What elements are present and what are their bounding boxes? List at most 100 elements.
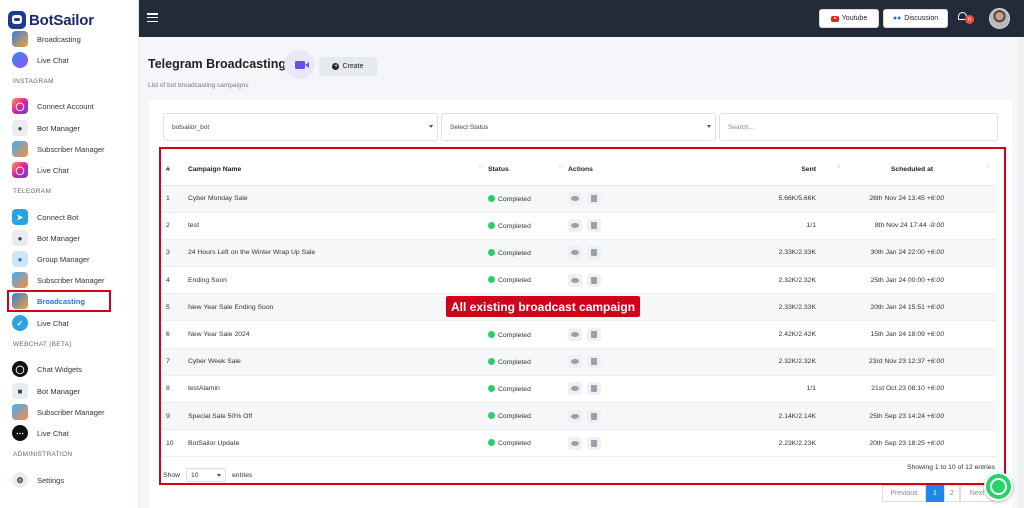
subscriber-icon	[12, 141, 28, 157]
chevron-down-icon	[707, 125, 711, 128]
page-size-select[interactable]: 10	[186, 468, 227, 482]
sidebar-item-label: Live Chat	[37, 165, 69, 175]
notification-badge: 0	[965, 15, 974, 24]
plus-icon: +	[332, 63, 340, 70]
discussion-button[interactable]: ●● Discussion	[883, 9, 948, 28]
sidebar-item-subscriber-manager[interactable]: Subscriber Manager	[12, 140, 134, 158]
table-row: 9 Special Sale 50% Off Completed 2.14K/2.14…	[162, 402, 996, 431]
campaign-name: BotSailor Update	[188, 429, 488, 458]
create-button[interactable]: + Create	[319, 57, 377, 76]
pagination: Previous 1 2 Next	[882, 485, 994, 502]
page-title: Telegram Broadcasting	[148, 57, 287, 71]
header-status-label: Status	[488, 166, 509, 174]
view-icon[interactable]	[568, 328, 582, 342]
sidebar-item-live-chat[interactable]: ◯ Live Chat	[12, 161, 134, 179]
view-icon[interactable]	[568, 246, 582, 260]
bot-select[interactable]: botsailor_bot	[163, 113, 438, 141]
view-icon[interactable]	[568, 436, 582, 450]
row-num: 3	[162, 239, 188, 268]
sidebar-item-group-manager[interactable]: ● Group Manager	[12, 250, 134, 268]
scheduled-at: 30th Jan 24 22:00 +6:00	[828, 239, 996, 268]
scrollbar[interactable]	[1018, 37, 1024, 508]
status-select[interactable]: Select Status	[441, 113, 716, 141]
avatar[interactable]	[989, 8, 1010, 29]
discussion-label: Discussion	[904, 15, 939, 22]
create-label: Create	[342, 63, 364, 70]
delete-icon[interactable]	[587, 328, 601, 342]
broadcast-icon	[12, 293, 28, 309]
sidebar-item-bot-manager[interactable]: ● Bot Manager	[12, 229, 134, 247]
header-campaign-name[interactable]: Campaign Name ↑↓	[188, 155, 488, 186]
botsailor-logo[interactable]: BotSailor	[8, 10, 94, 30]
delete-icon[interactable]	[587, 192, 601, 206]
status-cell: Completed	[488, 212, 568, 240]
table-row: 8 testAlamin Completed 1/1 21st Oct 23 08:10…	[162, 375, 996, 404]
delete-icon[interactable]	[587, 219, 601, 233]
sidebar-item-broadcasting[interactable]: Broadcasting	[12, 30, 134, 48]
status-dot-icon	[488, 221, 495, 229]
scheduled-date: 8th Nov 24 17:44	[874, 222, 927, 230]
header-scheduled-at[interactable]: Scheduled at ↑↓	[828, 155, 996, 186]
header-sent[interactable]: Sent ↑↓	[688, 155, 841, 186]
sidebar-item-subscriber-manager[interactable]: Subscriber Manager	[12, 403, 134, 421]
sidebar-item-bot-manager[interactable]: ■ Bot Manager	[12, 382, 134, 400]
sidebar-item-label: Subscriber Manager	[37, 144, 105, 154]
sidebar-item-connect-account[interactable]: ◯ Connect Account	[12, 97, 134, 115]
sent-count: 1/1	[688, 375, 828, 404]
page-1-button[interactable]: 1	[926, 485, 944, 502]
view-icon[interactable]	[568, 219, 582, 233]
scheduled-at: 23rd Nov 23 12:37 +6:00	[828, 348, 996, 376]
hamburger-menu-icon[interactable]	[147, 13, 158, 23]
page-2-button[interactable]: 2	[944, 485, 960, 502]
delete-icon[interactable]	[587, 409, 601, 423]
scheduled-date: 20th Sep 23 18:25	[869, 439, 925, 447]
campaign-name: testAlamin	[188, 375, 488, 404]
sidebar-item-broadcasting[interactable]: Broadcasting	[7, 290, 111, 312]
header-status[interactable]: Status ↑↓	[488, 155, 568, 186]
view-icon[interactable]	[568, 409, 582, 423]
scheduled-at: 21st Oct 23 08:10 +6:00	[828, 375, 996, 404]
youtube-label: Youtube	[841, 15, 868, 22]
view-icon[interactable]	[568, 355, 582, 369]
page-subtitle: List of bot broadcasting campaigns	[148, 82, 249, 89]
previous-button[interactable]: Previous	[882, 485, 926, 502]
delete-icon[interactable]	[587, 355, 601, 369]
sidebar-item-live-chat[interactable]: ⋯ Live Chat	[12, 424, 134, 442]
scheduled-date: 25th Sep 23 14:24	[869, 412, 925, 420]
sort-icon: ↑↓	[478, 164, 483, 170]
sidebar-item-bot-manager[interactable]: ● Bot Manager	[12, 119, 134, 137]
sidebar-item-subscriber-manager[interactable]: Subscriber Manager	[12, 271, 134, 289]
sidebar-item-live-chat[interactable]: ✓ Live Chat	[12, 314, 134, 332]
app-name: BotSailor	[29, 11, 94, 29]
view-icon[interactable]	[568, 273, 582, 287]
sent-count: 2.33K/2.33K	[688, 239, 828, 268]
sent-count: 2.14K/2.14K	[688, 402, 828, 431]
sidebar-item-label: Broadcasting	[37, 34, 81, 44]
status-label: Completed	[498, 385, 531, 393]
view-icon[interactable]	[568, 192, 582, 206]
view-icon[interactable]	[568, 382, 582, 396]
robot-icon: ■	[12, 383, 28, 399]
delete-icon[interactable]	[587, 436, 601, 450]
status-label: Completed	[498, 358, 531, 366]
delete-icon[interactable]	[587, 273, 601, 287]
sidebar-item-connect-bot[interactable]: ➤ Connect Bot	[12, 208, 134, 226]
sidebar-item-label: Live Chat	[37, 428, 69, 438]
delete-icon[interactable]	[587, 246, 601, 260]
sidebar-item-label: Connect Account	[37, 101, 94, 111]
header-sent-label: Sent	[801, 166, 816, 174]
scheduled-at: 8th Nov 24 17:44 -9:00	[828, 212, 996, 240]
actions-cell	[568, 266, 688, 295]
scheduled-timezone: +6:00	[926, 385, 944, 393]
status-cell: Completed	[488, 348, 568, 376]
search-input[interactable]: Search...	[719, 113, 998, 141]
sidebar-item-live-chat[interactable]: Live Chat	[12, 51, 134, 69]
sidebar-item-settings[interactable]: ⚙ Settings	[12, 471, 134, 489]
notification-bell-icon[interactable]: 0	[958, 12, 974, 24]
whatsapp-icon[interactable]	[984, 472, 1013, 501]
scheduled-date: 23rd Nov 23 12:37	[868, 358, 925, 366]
status-cell: Completed	[488, 429, 568, 458]
youtube-button[interactable]: Youtube	[819, 9, 879, 28]
sidebar-item-chat-widgets[interactable]: ◯ Chat Widgets	[12, 360, 134, 378]
delete-icon[interactable]	[587, 382, 601, 396]
